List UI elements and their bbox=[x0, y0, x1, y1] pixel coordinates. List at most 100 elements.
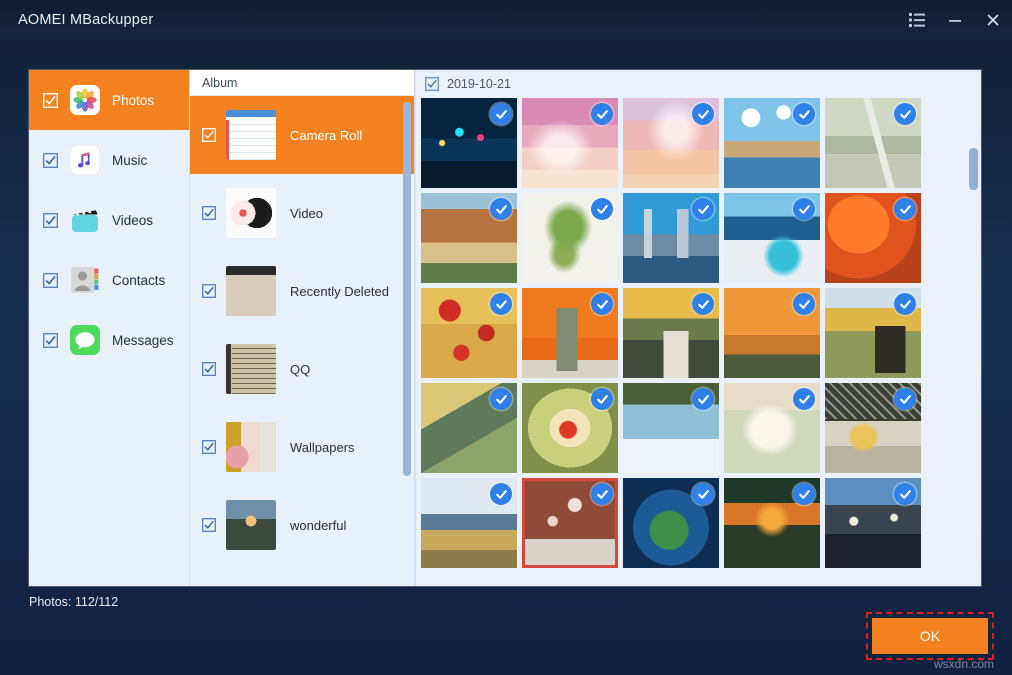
album-label: QQ bbox=[290, 362, 310, 377]
photo-cell[interactable] bbox=[522, 98, 618, 188]
album-header-label: Album bbox=[202, 76, 237, 90]
photo-cell[interactable] bbox=[421, 288, 517, 378]
photo-cell[interactable] bbox=[724, 478, 820, 568]
photo-grid bbox=[416, 98, 981, 568]
music-icon bbox=[70, 145, 100, 175]
album-thumbnail bbox=[226, 422, 276, 472]
album-item-camera-roll[interactable]: Camera Roll bbox=[190, 96, 414, 174]
photo-cell[interactable] bbox=[724, 383, 820, 473]
photo-selected-badge[interactable] bbox=[591, 388, 613, 410]
album-item-qq[interactable]: QQ bbox=[190, 330, 414, 408]
photo-selected-badge[interactable] bbox=[591, 198, 613, 220]
photo-cell[interactable] bbox=[421, 98, 517, 188]
sidebar-item-videos[interactable]: Videos bbox=[29, 190, 189, 250]
photo-selected-badge[interactable] bbox=[692, 483, 714, 505]
photo-cell[interactable] bbox=[724, 288, 820, 378]
checkbox-contacts[interactable] bbox=[43, 273, 58, 288]
checkbox-photos[interactable] bbox=[43, 93, 58, 108]
window-controls bbox=[898, 0, 1012, 40]
sidebar-item-contacts[interactable]: Contacts bbox=[29, 250, 189, 310]
minimize-icon[interactable] bbox=[936, 0, 974, 40]
photo-selected-badge[interactable] bbox=[793, 103, 815, 125]
photo-selected-badge[interactable] bbox=[490, 293, 512, 315]
photo-cell[interactable] bbox=[623, 478, 719, 568]
photo-cell[interactable] bbox=[522, 193, 618, 283]
watermark: wsxdn.com bbox=[934, 657, 994, 671]
photo-cell[interactable] bbox=[724, 193, 820, 283]
checkbox-album[interactable] bbox=[202, 362, 216, 376]
checkbox-date-group[interactable] bbox=[425, 77, 439, 91]
photo-selected-badge[interactable] bbox=[490, 198, 512, 220]
photo-selected-badge[interactable] bbox=[591, 483, 613, 505]
photo-selected-badge[interactable] bbox=[692, 103, 714, 125]
photo-cell[interactable] bbox=[825, 383, 921, 473]
checkbox-album[interactable] bbox=[202, 284, 216, 298]
photo-cell[interactable] bbox=[724, 98, 820, 188]
photo-cell[interactable] bbox=[623, 288, 719, 378]
photo-selected-badge[interactable] bbox=[692, 198, 714, 220]
photo-cell[interactable] bbox=[623, 383, 719, 473]
album-item-recently-deleted[interactable]: Recently Deleted bbox=[190, 252, 414, 330]
album-list[interactable]: Camera Roll Video bbox=[190, 96, 414, 586]
photo-selected-badge[interactable] bbox=[894, 103, 916, 125]
photo-selected-badge[interactable] bbox=[793, 483, 815, 505]
photo-cell[interactable] bbox=[825, 193, 921, 283]
checkbox-music[interactable] bbox=[43, 153, 58, 168]
photo-selected-badge[interactable] bbox=[490, 483, 512, 505]
photo-cell[interactable] bbox=[522, 288, 618, 378]
content-panel: Photos bbox=[29, 70, 981, 586]
photo-selected-badge[interactable] bbox=[692, 388, 714, 410]
photo-cell[interactable] bbox=[623, 193, 719, 283]
photo-selected-badge[interactable] bbox=[692, 293, 714, 315]
album-item-wonderful[interactable]: wonderful bbox=[190, 486, 414, 564]
photo-selected-badge[interactable] bbox=[591, 103, 613, 125]
photo-selected-badge[interactable] bbox=[490, 103, 512, 125]
menu-list-icon[interactable] bbox=[898, 0, 936, 40]
photo-cell[interactable] bbox=[522, 478, 618, 568]
sidebar-item-music[interactable]: Music bbox=[29, 130, 189, 190]
photo-selected-badge[interactable] bbox=[793, 293, 815, 315]
date-group-header[interactable]: 2019-10-21 bbox=[416, 70, 981, 98]
album-thumbnail bbox=[226, 266, 276, 316]
album-item-wallpapers[interactable]: Wallpapers bbox=[190, 408, 414, 486]
photo-cell[interactable] bbox=[825, 98, 921, 188]
title-bar: AOMEI MBackupper bbox=[0, 0, 1012, 40]
sidebar-item-label: Music bbox=[112, 153, 147, 168]
album-label: Camera Roll bbox=[290, 128, 362, 143]
checkbox-messages[interactable] bbox=[43, 333, 58, 348]
ok-button[interactable]: OK bbox=[872, 618, 988, 654]
ok-button-highlight: OK bbox=[866, 612, 994, 660]
photo-selected-badge[interactable] bbox=[793, 388, 815, 410]
photo-cell[interactable] bbox=[522, 383, 618, 473]
album-scrollbar-thumb[interactable] bbox=[403, 102, 411, 476]
sidebar-item-label: Messages bbox=[112, 333, 174, 348]
photo-selected-badge[interactable] bbox=[894, 293, 916, 315]
photo-cell[interactable] bbox=[421, 478, 517, 568]
photo-selected-badge[interactable] bbox=[591, 293, 613, 315]
photo-grid-panel: 2019-10-21 bbox=[415, 70, 981, 586]
photo-cell[interactable] bbox=[421, 193, 517, 283]
album-column-header: Album bbox=[190, 70, 414, 96]
photo-selected-badge[interactable] bbox=[894, 388, 916, 410]
album-item-video[interactable]: Video bbox=[190, 174, 414, 252]
photo-cell[interactable] bbox=[421, 383, 517, 473]
messages-icon bbox=[70, 325, 100, 355]
checkbox-album[interactable] bbox=[202, 206, 216, 220]
checkbox-album[interactable] bbox=[202, 128, 216, 142]
checkbox-videos[interactable] bbox=[43, 213, 58, 228]
checkbox-album[interactable] bbox=[202, 440, 216, 454]
close-icon[interactable] bbox=[974, 0, 1012, 40]
checkbox-album[interactable] bbox=[202, 518, 216, 532]
sidebar-item-photos[interactable]: Photos bbox=[29, 70, 189, 130]
photo-selected-badge[interactable] bbox=[894, 198, 916, 220]
photo-cell[interactable] bbox=[825, 478, 921, 568]
photo-cell[interactable] bbox=[825, 288, 921, 378]
album-label: Recently Deleted bbox=[290, 284, 389, 299]
photo-cell[interactable] bbox=[623, 98, 719, 188]
photo-selected-badge[interactable] bbox=[894, 483, 916, 505]
album-label: Video bbox=[290, 206, 323, 221]
photo-grid-scrollbar-thumb[interactable] bbox=[969, 148, 978, 190]
sidebar-item-messages[interactable]: Messages bbox=[29, 310, 189, 370]
photo-selected-badge[interactable] bbox=[490, 388, 512, 410]
photo-selected-badge[interactable] bbox=[793, 198, 815, 220]
